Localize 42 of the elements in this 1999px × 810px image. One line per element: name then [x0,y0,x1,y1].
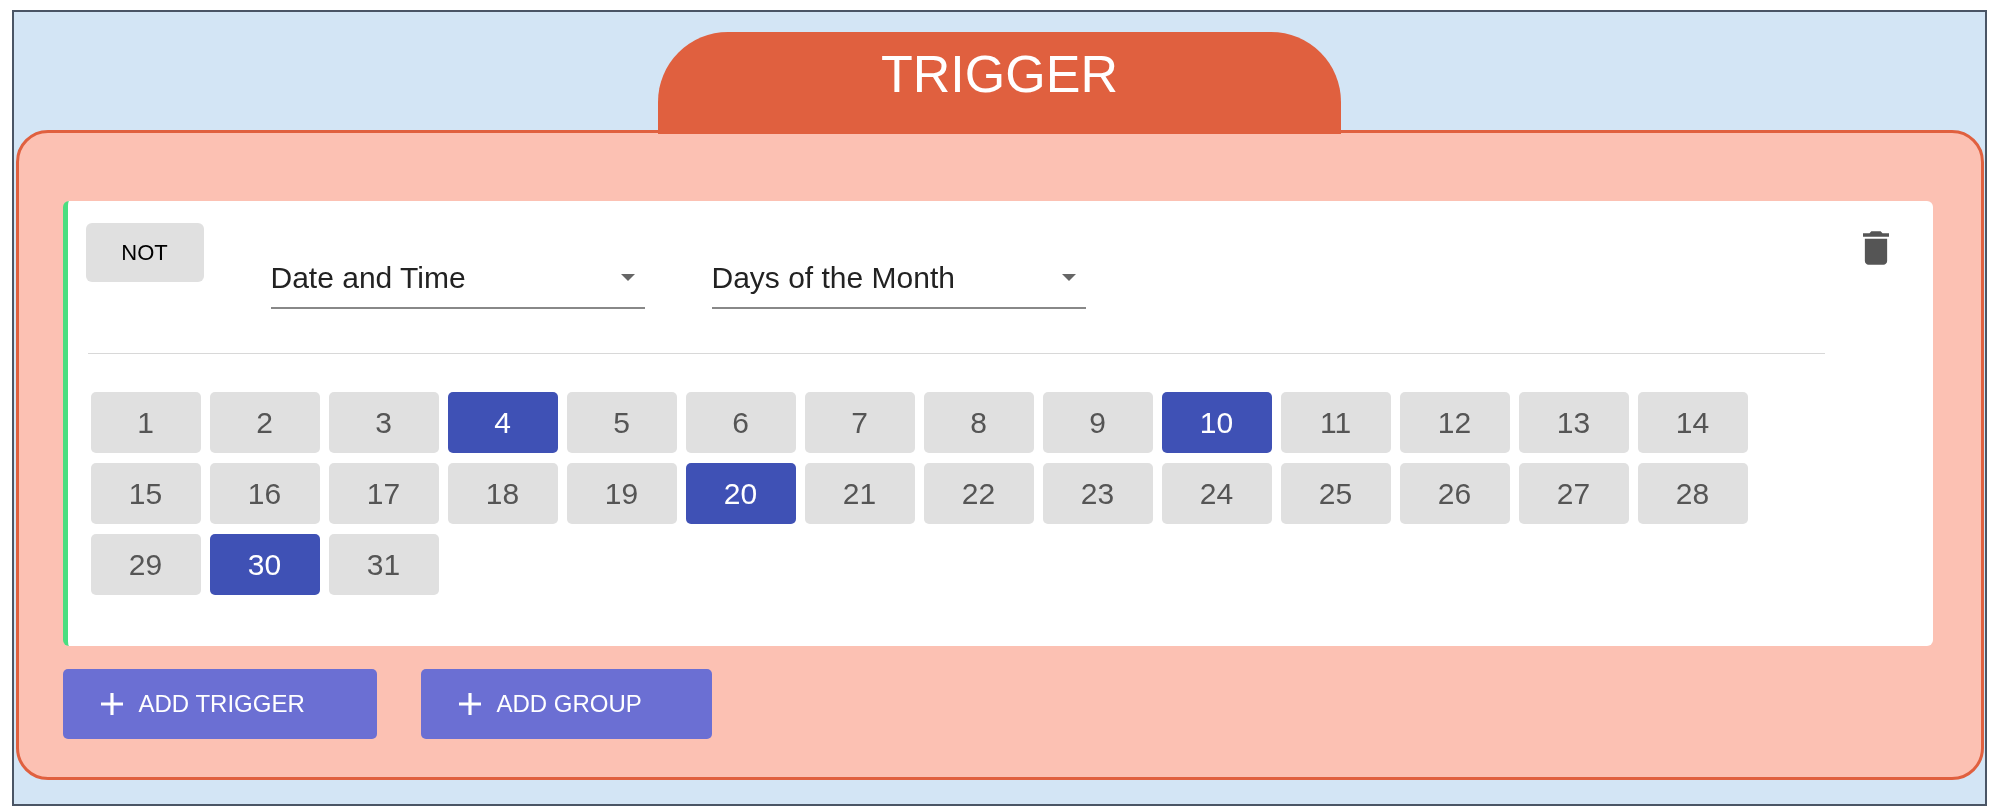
day-button[interactable]: 6 [685,392,796,453]
day-button[interactable]: 16 [209,463,320,524]
dropdown[interactable]: Days of the Month [711,247,1086,309]
day-button[interactable]: 12 [1399,392,1510,453]
day-button[interactable]: 7 [804,392,915,453]
not-button[interactable]: NOT [85,223,204,282]
day-button[interactable]: 17 [328,463,439,524]
add-button[interactable]: ADD GROUP [420,669,712,739]
trash-icon[interactable] [1862,231,1889,265]
panel-title: TRIGGER [881,44,1118,105]
day-button[interactable]: 2 [209,392,320,453]
day-button[interactable]: 26 [1399,463,1510,524]
day-button[interactable]: 28 [1637,463,1748,524]
day-button[interactable]: 25 [1280,463,1391,524]
day-button[interactable]: 4 [447,392,558,453]
day-button[interactable]: 13 [1518,392,1629,453]
day-button[interactable]: 15 [90,463,201,524]
day-button[interactable]: 30 [209,534,320,595]
day-button[interactable]: 20 [685,463,796,524]
day-button[interactable]: 29 [90,534,201,595]
day-button[interactable]: 31 [328,534,439,595]
day-button[interactable]: 14 [1637,392,1748,453]
day-button[interactable]: 21 [804,463,915,524]
day-button[interactable]: 19 [566,463,677,524]
day-button[interactable]: 27 [1518,463,1629,524]
day-button[interactable]: 5 [566,392,677,453]
plus-icon [100,693,123,715]
caret-icon [620,273,635,281]
day-button[interactable]: 24 [1161,463,1272,524]
day-button[interactable]: 18 [447,463,558,524]
day-button[interactable]: 3 [328,392,439,453]
day-button[interactable]: 23 [1042,463,1153,524]
day-button[interactable]: 11 [1280,392,1391,453]
day-button[interactable]: 22 [923,463,1034,524]
plus-icon [458,693,481,715]
day-button[interactable]: 8 [923,392,1034,453]
day-button[interactable]: 1 [90,392,201,453]
dropdown[interactable]: Date and Time [270,247,645,309]
caret-icon [1061,273,1076,281]
add-button[interactable]: ADD TRIGGER [62,669,377,739]
day-button[interactable]: 9 [1042,392,1153,453]
day-button[interactable]: 10 [1161,392,1272,453]
